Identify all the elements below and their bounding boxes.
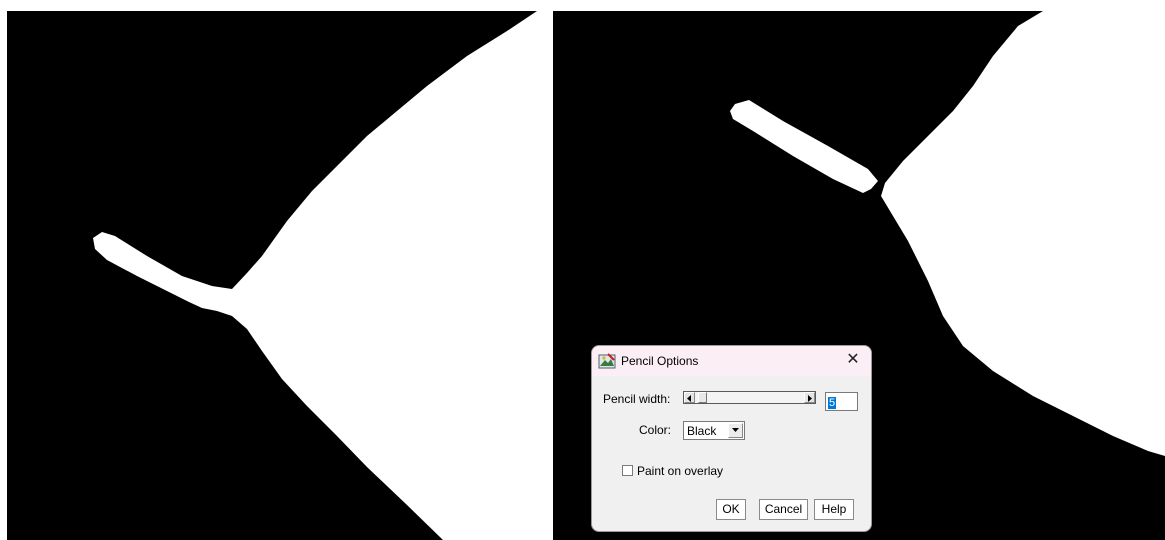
help-button[interactable]: Help: [814, 499, 854, 520]
arrow-right-icon[interactable]: [804, 392, 815, 403]
white-region-left: [93, 11, 546, 540]
dialog-title: Pencil Options: [621, 354, 699, 368]
dialog-titlebar[interactable]: Pencil Options ✕: [592, 346, 871, 376]
paint-on-overlay-checkbox[interactable]: [622, 465, 633, 476]
pencil-options-dialog: Pencil Options ✕ Pencil width: 5 Color: …: [591, 345, 872, 532]
paint-on-overlay-label[interactable]: Paint on overlay: [637, 464, 723, 478]
pencil-width-value: 5: [828, 397, 837, 409]
cancel-button[interactable]: Cancel: [759, 499, 808, 520]
white-stub-right: [730, 100, 878, 193]
close-icon[interactable]: ✕: [843, 350, 863, 370]
ok-button[interactable]: OK: [716, 499, 746, 520]
white-region-right: [881, 11, 1165, 456]
pencil-width-input[interactable]: 5: [825, 392, 858, 411]
pencil-width-slider[interactable]: [683, 391, 816, 404]
image-canvas-left[interactable]: [7, 11, 546, 540]
chevron-down-icon[interactable]: [728, 423, 743, 438]
pencil-width-label: Pencil width:: [603, 392, 671, 406]
color-select-value: Black: [687, 424, 717, 438]
color-select[interactable]: Black: [683, 421, 745, 440]
binary-image-left: [93, 11, 546, 540]
color-label: Color:: [639, 423, 672, 437]
imagej-app-icon: [598, 352, 616, 370]
arrow-left-icon[interactable]: [684, 392, 695, 403]
slider-thumb[interactable]: [698, 392, 707, 403]
